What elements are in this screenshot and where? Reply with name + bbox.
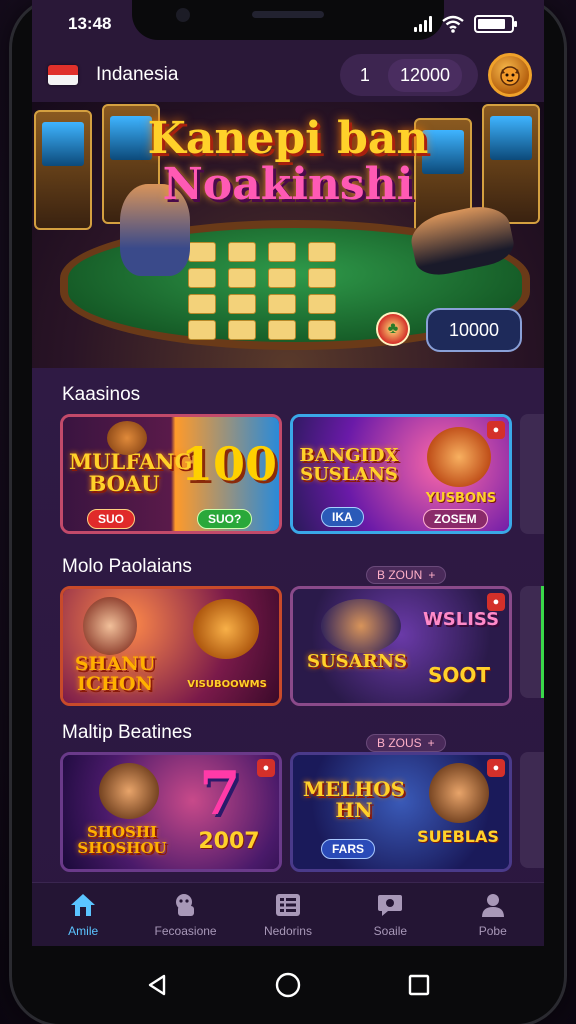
card-grid — [188, 242, 336, 340]
card-title-line2: SHOSHOU — [77, 838, 167, 857]
section-title: Kaasinos — [62, 384, 141, 405]
carousel-peek[interactable] — [520, 414, 544, 534]
woman-figure-icon — [83, 597, 137, 655]
card-pill-secondary: ZOSEM — [423, 509, 488, 529]
card-title-line1: SUSARNS — [306, 651, 408, 672]
card-subtitle-secondary: SOOT — [427, 663, 491, 687]
clover-chip-icon[interactable]: ♣ — [376, 312, 410, 346]
game-card-shanu[interactable]: SHANU ICHON VISUBOOWMS — [60, 586, 282, 706]
wifi-icon — [442, 15, 464, 33]
card-title-line2: ICHON — [77, 672, 153, 695]
plus-icon: + — [427, 736, 435, 750]
game-card-susarns[interactable]: SUSARNS WSLISS SOOT ● — [290, 586, 512, 706]
game-card-bangidx[interactable]: BANGIDX SUSLANS IKA YUSBONS ZOSEM ● — [290, 414, 512, 534]
banner-amount-button[interactable]: 10000 — [426, 308, 522, 352]
tiger-avatar-icon — [500, 66, 520, 86]
carousel-peek[interactable] — [520, 586, 544, 698]
top-bar: Indanesia 1 12000 — [32, 48, 544, 102]
card-pill: SUO — [87, 509, 136, 529]
card-subtitle: 2007 — [198, 829, 260, 854]
card-pill-secondary: SUO? — [197, 509, 253, 529]
nav-item-home[interactable]: Amile — [33, 892, 133, 938]
home-circle-icon[interactable] — [274, 971, 302, 999]
balance-display[interactable]: 1 12000 — [339, 54, 478, 96]
corner-badge-icon: ● — [487, 593, 505, 611]
nav-item-favorites[interactable]: Fecoasione — [136, 892, 236, 938]
status-icons — [414, 15, 517, 33]
indonesia-flag-icon[interactable] — [48, 65, 78, 85]
nav-item-social[interactable]: Soaile — [340, 892, 440, 938]
game-card-shoshi[interactable]: SHOSHI SHOSHOU 7 2007 ● — [60, 752, 282, 872]
battery-icon — [474, 15, 517, 33]
promo-banner[interactable]: Kanepi ban Noakinshi ♣ 10000 — [32, 102, 544, 368]
card-big-number: 7 — [199, 759, 241, 829]
section-tag: B ZOUN + — [366, 566, 447, 584]
nav-item-menu[interactable]: Nedorins — [238, 892, 338, 938]
tiger-icon — [107, 421, 147, 455]
game-card-mulfang[interactable]: MULFANG BOAU SUO 100 SUO? — [60, 414, 282, 534]
section-tag-label: B ZOUN — [377, 568, 423, 582]
banner-title: Kanepi ban Noakinshi — [32, 113, 544, 211]
card-title-line2: HN — [335, 798, 373, 822]
tiger-icon — [427, 427, 491, 487]
section-tag: B ZOUS + — [366, 734, 446, 752]
game-card-melhos[interactable]: MELHOS HN FARS SUEBLAS ● — [290, 752, 512, 872]
balance-prefix: 1 — [359, 64, 370, 85]
region-label[interactable]: Indanesia — [96, 64, 340, 86]
person-icon — [479, 892, 507, 918]
group-figures-icon — [321, 599, 401, 653]
man-figure-icon — [429, 763, 489, 823]
signal-icon — [414, 16, 432, 32]
nav-label: Soaile — [373, 923, 408, 938]
chat-icon — [376, 892, 404, 918]
corner-badge-icon: ● — [487, 759, 505, 777]
back-icon[interactable] — [145, 973, 169, 997]
app-screen: 13:48 Indanesia 1 12000 Kanepi ban Noaki… — [32, 0, 544, 946]
section-title: Molo Paolaians — [62, 556, 192, 577]
tiger-icon — [193, 599, 259, 659]
card-title-line2: SUSLANS — [300, 463, 398, 485]
nav-label: Pobe — [478, 923, 507, 938]
card-pill: FARS — [321, 839, 376, 859]
home-icon — [69, 892, 97, 918]
card-title-line1: SHANU — [74, 653, 156, 675]
card-title-line2: BOAU — [88, 471, 160, 497]
camera-notch — [132, 0, 444, 40]
card-subtitle: VISUBOOWMS — [187, 679, 267, 690]
animal-icon — [172, 892, 200, 918]
status-time: 13:48 — [68, 14, 112, 33]
corner-badge-icon: ● — [487, 421, 505, 439]
banner-title-line1: Kanepi ban — [147, 113, 429, 164]
corner-badge-icon: ● — [257, 759, 275, 777]
card-subtitle: WSLISS — [422, 609, 500, 630]
bottom-nav: Amile Fecoasione Nedorins Soaile Pobe — [32, 882, 544, 946]
banner-title-line2: Noakinshi — [162, 159, 414, 211]
system-nav-bar — [32, 946, 544, 1024]
card-subtitle: YUSBONS — [425, 491, 497, 506]
status-bar: 13:48 — [32, 0, 544, 48]
card-pill: IKA — [321, 507, 364, 527]
man-figure-icon — [99, 763, 159, 819]
nav-label: Nedorins — [263, 923, 312, 938]
balance-amount: 12000 — [387, 58, 462, 92]
card-big-number: 100 — [181, 437, 278, 491]
nav-item-profile[interactable]: Pobe — [443, 892, 543, 938]
section-title: Maltip Beatines — [62, 722, 192, 743]
avatar[interactable] — [488, 53, 532, 97]
nav-label: Amile — [68, 923, 99, 938]
carousel-peek[interactable] — [520, 752, 544, 868]
recents-icon[interactable] — [407, 973, 431, 997]
nav-label: Fecoasione — [154, 923, 217, 938]
card-title-line1: MELHOS — [302, 777, 406, 801]
grid-icon — [274, 892, 302, 918]
plus-icon: + — [428, 568, 436, 582]
card-subtitle: SUEBLAS — [417, 827, 499, 846]
section-tag-label: B ZOUS — [377, 736, 422, 750]
